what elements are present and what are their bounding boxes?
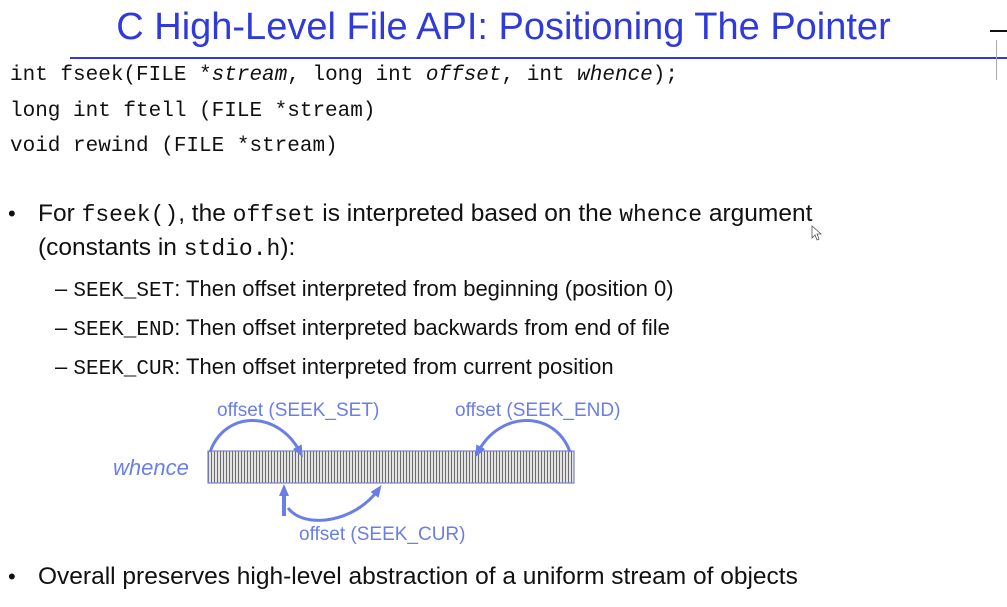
arrow-seek-set bbox=[208, 419, 303, 458]
arrow-seek-end bbox=[475, 419, 572, 458]
whence-diagram bbox=[207, 225, 823, 522]
bullet-dot: • bbox=[8, 564, 16, 589]
arrow-seek-cur bbox=[286, 485, 382, 522]
bullet-text: Overall preserves high-level abstraction… bbox=[38, 563, 798, 590]
stream-bar bbox=[207, 450, 575, 484]
mouse-cursor-icon bbox=[811, 225, 823, 241]
bullet-overall: • Overall preserves high-level abstractio… bbox=[8, 563, 798, 591]
